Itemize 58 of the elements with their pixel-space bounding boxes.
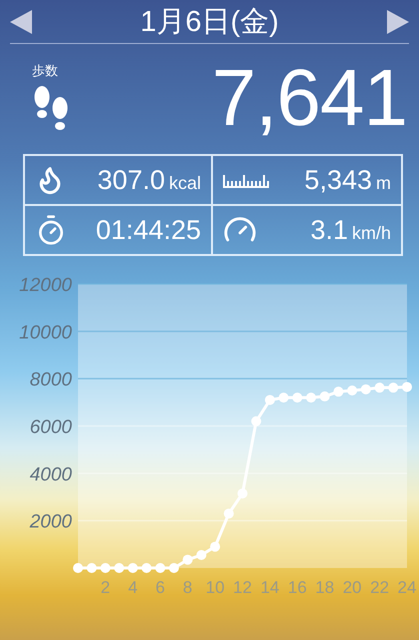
- data-point: [251, 416, 262, 426]
- data-point: [224, 508, 234, 519]
- x-axis-label: 22: [370, 578, 390, 597]
- x-axis-label: 10: [206, 578, 225, 597]
- step-count: 7,641: [212, 58, 407, 138]
- stat-value: 01:44:25: [96, 214, 201, 244]
- x-axis-label: 24: [398, 578, 416, 597]
- y-axis-label: 8000: [30, 370, 72, 391]
- data-point: [182, 554, 193, 565]
- x-axis-label: 2: [100, 578, 110, 597]
- x-axis-label: 6: [156, 578, 165, 597]
- data-point: [100, 563, 110, 573]
- next-day-button[interactable]: [386, 10, 409, 34]
- x-axis-label: 4: [128, 578, 138, 597]
- x-axis-label: 20: [342, 578, 362, 597]
- data-point: [333, 386, 344, 397]
- data-point: [73, 563, 83, 573]
- data-point: [347, 386, 358, 396]
- y-axis-label: 12000: [19, 275, 72, 296]
- data-point: [128, 563, 138, 573]
- data-point: [360, 384, 371, 394]
- next-arrow-icon: [386, 10, 409, 34]
- data-point: [306, 392, 316, 403]
- data-point: [168, 563, 179, 573]
- stat-value: 5,343: [304, 164, 372, 194]
- y-axis-label: 10000: [19, 322, 72, 344]
- x-axis-label: 14: [260, 578, 280, 597]
- stat-value: 3.1: [310, 214, 348, 244]
- y-axis-label: 2000: [30, 512, 72, 533]
- data-point: [155, 563, 166, 573]
- y-axis-label: 6000: [30, 417, 72, 438]
- data-point: [114, 563, 124, 573]
- y-axis-label: 4000: [30, 464, 72, 486]
- x-axis-label: 18: [315, 578, 334, 597]
- date-title: 1月6日(金): [140, 4, 279, 40]
- data-point: [210, 542, 220, 552]
- stat-unit: m: [376, 172, 391, 192]
- data-point: [320, 391, 330, 402]
- data-point: [388, 382, 398, 393]
- data-point: [264, 394, 275, 405]
- ruler-icon: [223, 172, 269, 188]
- data-point: [402, 382, 412, 392]
- stat-unit: km/h: [352, 222, 391, 242]
- data-point: [86, 563, 97, 573]
- stat-value: 307.0: [97, 164, 165, 194]
- stat-unit: kcal: [168, 172, 201, 192]
- data-point: [142, 563, 152, 573]
- x-axis-label: 16: [288, 578, 307, 597]
- x-axis-label: 12: [233, 578, 252, 597]
- data-point: [278, 392, 289, 403]
- steps-label: 歩数: [32, 62, 58, 80]
- previous-arrow-icon: [10, 10, 32, 34]
- data-point: [374, 382, 385, 393]
- data-point: [292, 392, 302, 403]
- x-axis-label: 8: [182, 578, 192, 597]
- previous-day-button[interactable]: [10, 10, 32, 34]
- data-point: [196, 550, 206, 560]
- data-point: [238, 488, 248, 498]
